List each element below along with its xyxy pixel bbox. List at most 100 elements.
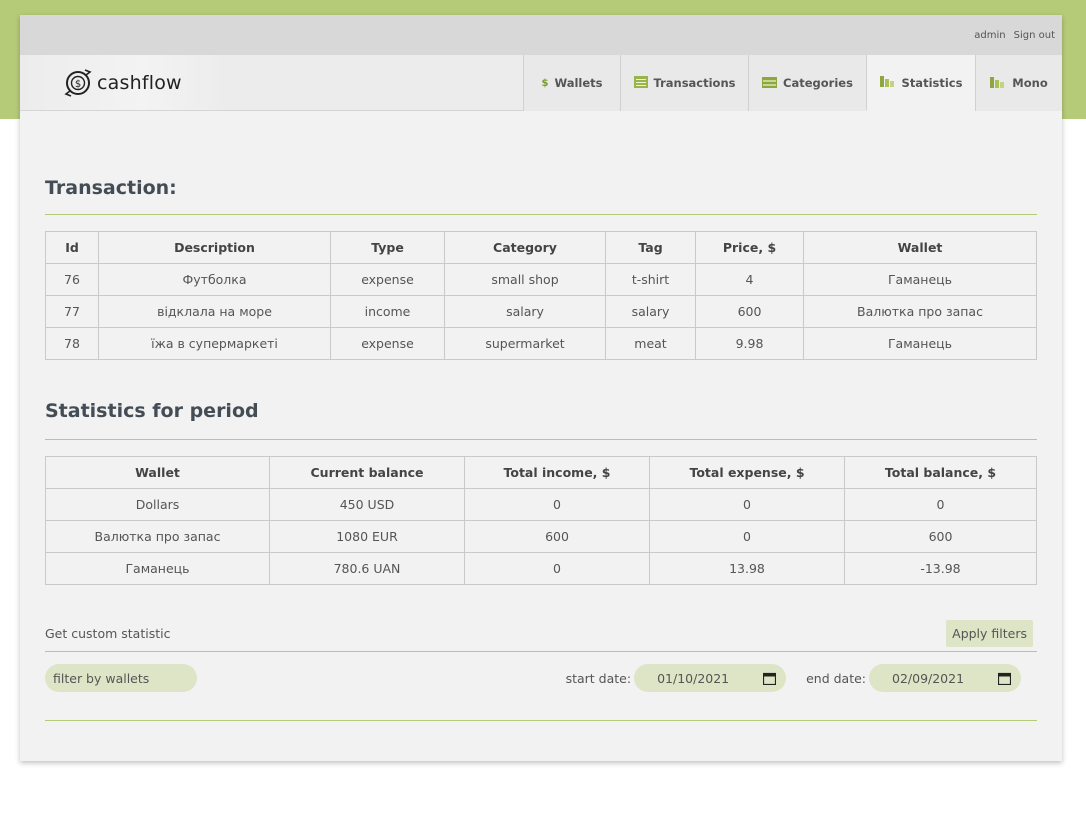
cell-type: income: [330, 295, 445, 328]
cell-tag: salary: [605, 295, 696, 328]
cell-wallet: Гаманець: [803, 263, 1037, 296]
cell-expense: 13.98: [649, 552, 845, 585]
tab-mono-label: Mono: [1012, 76, 1048, 90]
divider: [45, 720, 1037, 721]
col-header: Total expense, $: [649, 456, 845, 489]
table-row: 76 Футболка expense small shop t-shirt 4…: [45, 263, 1037, 296]
cell-total: 600: [844, 520, 1037, 553]
col-header: Total balance, $: [844, 456, 1037, 489]
col-header: Id: [45, 231, 99, 264]
end-date-label: end date:: [806, 670, 866, 686]
cell-type: expense: [330, 263, 445, 296]
tab-wallets-label: Wallets: [554, 76, 603, 90]
tab-transactions[interactable]: Transactions: [620, 55, 748, 111]
tab-statistics[interactable]: Statistics: [866, 55, 975, 111]
table-row: Dollars 450 USD 0 0 0: [45, 488, 1037, 521]
cashflow-logo-icon: $: [64, 68, 92, 97]
cell-expense: 0: [649, 488, 845, 521]
tab-categories-label: Categories: [783, 76, 853, 90]
cell-price: 600: [695, 295, 804, 328]
table-row: Валютка про запас 1080 EUR 600 0 600: [45, 520, 1037, 553]
divider: [45, 439, 1037, 440]
logo[interactable]: $ cashflow: [20, 55, 225, 110]
bar-chart-icon: [990, 76, 1006, 91]
col-header: Wallet: [803, 231, 1037, 264]
cell-description: їжа в супермаркеті: [98, 327, 331, 360]
cell-wallet: Dollars: [45, 488, 270, 521]
table-row: Гаманець 780.6 UAN 0 13.98 -13.98: [45, 552, 1037, 585]
sign-out-link[interactable]: Sign out: [1014, 30, 1055, 41]
app-card: admin Sign out $ cashflow $ Wallets Tran…: [20, 15, 1062, 761]
start-date-input[interactable]: 01/10/2021: [634, 664, 787, 692]
start-date-label: start date:: [565, 670, 632, 686]
statistics-table: Wallet Current balance Total income, $ T…: [45, 456, 1037, 585]
svg-text:$: $: [75, 79, 81, 90]
cell-income: 0: [464, 488, 650, 521]
apply-filters-button[interactable]: Apply filters: [946, 619, 1033, 647]
start-date-value: 01/10/2021: [657, 670, 730, 686]
logo-text: cashflow: [97, 71, 182, 94]
tab-categories[interactable]: Categories: [748, 55, 866, 111]
col-header: Category: [444, 231, 606, 264]
filter-wallets-placeholder: filter by wallets: [53, 670, 150, 686]
bar-chart-icon: [879, 75, 896, 90]
cell-category: supermarket: [444, 327, 606, 360]
main-content: Transaction: Id Description Type Categor…: [20, 177, 1062, 721]
col-header: Current balance: [269, 456, 465, 489]
cell-balance: 780.6 UAN: [269, 552, 465, 585]
tab-transactions-label: Transactions: [653, 76, 736, 90]
username-link[interactable]: admin: [974, 30, 1005, 41]
calendar-icon[interactable]: [763, 672, 777, 685]
cell-expense: 0: [649, 520, 845, 553]
custom-statistic-label: Get custom statistic: [45, 625, 171, 641]
table-row: 78 їжа в супермаркеті expense supermarke…: [45, 327, 1037, 360]
statistics-title: Statistics for period: [45, 400, 259, 422]
dollar-icon: $: [541, 77, 549, 89]
calendar-icon[interactable]: [998, 672, 1011, 685]
navbar: $ cashflow $ Wallets Transactions Catego…: [20, 55, 1062, 111]
cell-income: 0: [464, 552, 650, 585]
cell-category: salary: [444, 295, 606, 328]
table-header-row: Wallet Current balance Total income, $ T…: [45, 456, 1037, 489]
cell-total: -13.98: [844, 552, 1037, 585]
cell-tag: t-shirt: [605, 263, 696, 296]
tab-mono[interactable]: Mono: [975, 55, 1062, 111]
custom-statistic-bar: Get custom statistic Apply filters: [45, 615, 1037, 651]
cell-balance: 450 USD: [269, 488, 465, 521]
cell-description: відклала на море: [98, 295, 331, 328]
cell-id: 78: [45, 327, 99, 360]
end-date-value: 02/09/2021: [892, 670, 965, 686]
tab-wallets[interactable]: $ Wallets: [523, 55, 620, 111]
tab-statistics-label: Statistics: [901, 75, 963, 90]
cell-description: Футболка: [98, 263, 331, 296]
cell-income: 600: [464, 520, 650, 553]
table-header-row: Id Description Type Category Tag Price, …: [45, 231, 1037, 264]
cell-balance: 1080 EUR: [269, 520, 465, 553]
cell-type: expense: [330, 327, 445, 360]
folder-icon: [762, 76, 778, 91]
col-header: Total income, $: [464, 456, 650, 489]
col-header: Tag: [605, 231, 696, 264]
table-row: 77 відклала на море income salary salary…: [45, 295, 1037, 328]
cell-price: 4: [695, 263, 804, 296]
col-header: Wallet: [45, 456, 270, 489]
cell-category: small shop: [444, 263, 606, 296]
cell-tag: meat: [605, 327, 696, 360]
col-header: Price, $: [695, 231, 804, 264]
user-bar: admin Sign out: [20, 15, 1062, 55]
cell-id: 76: [45, 263, 99, 296]
cell-price: 9.98: [695, 327, 804, 360]
cell-wallet: Гаманець: [803, 327, 1037, 360]
end-date-input[interactable]: 02/09/2021: [869, 664, 1021, 692]
list-icon: [633, 75, 648, 91]
transaction-title: Transaction:: [45, 177, 177, 199]
nav-tabs: $ Wallets Transactions Categories Statis…: [523, 55, 1062, 111]
filters-row: filter by wallets start date: 01/10/2021…: [45, 652, 1037, 704]
col-header: Type: [330, 231, 445, 264]
cell-total: 0: [844, 488, 1037, 521]
filter-wallets-select[interactable]: filter by wallets: [45, 664, 197, 692]
cell-id: 77: [45, 295, 99, 328]
cell-wallet: Гаманець: [45, 552, 270, 585]
divider: [45, 214, 1037, 215]
cell-wallet: Валютка про запас: [803, 295, 1037, 328]
